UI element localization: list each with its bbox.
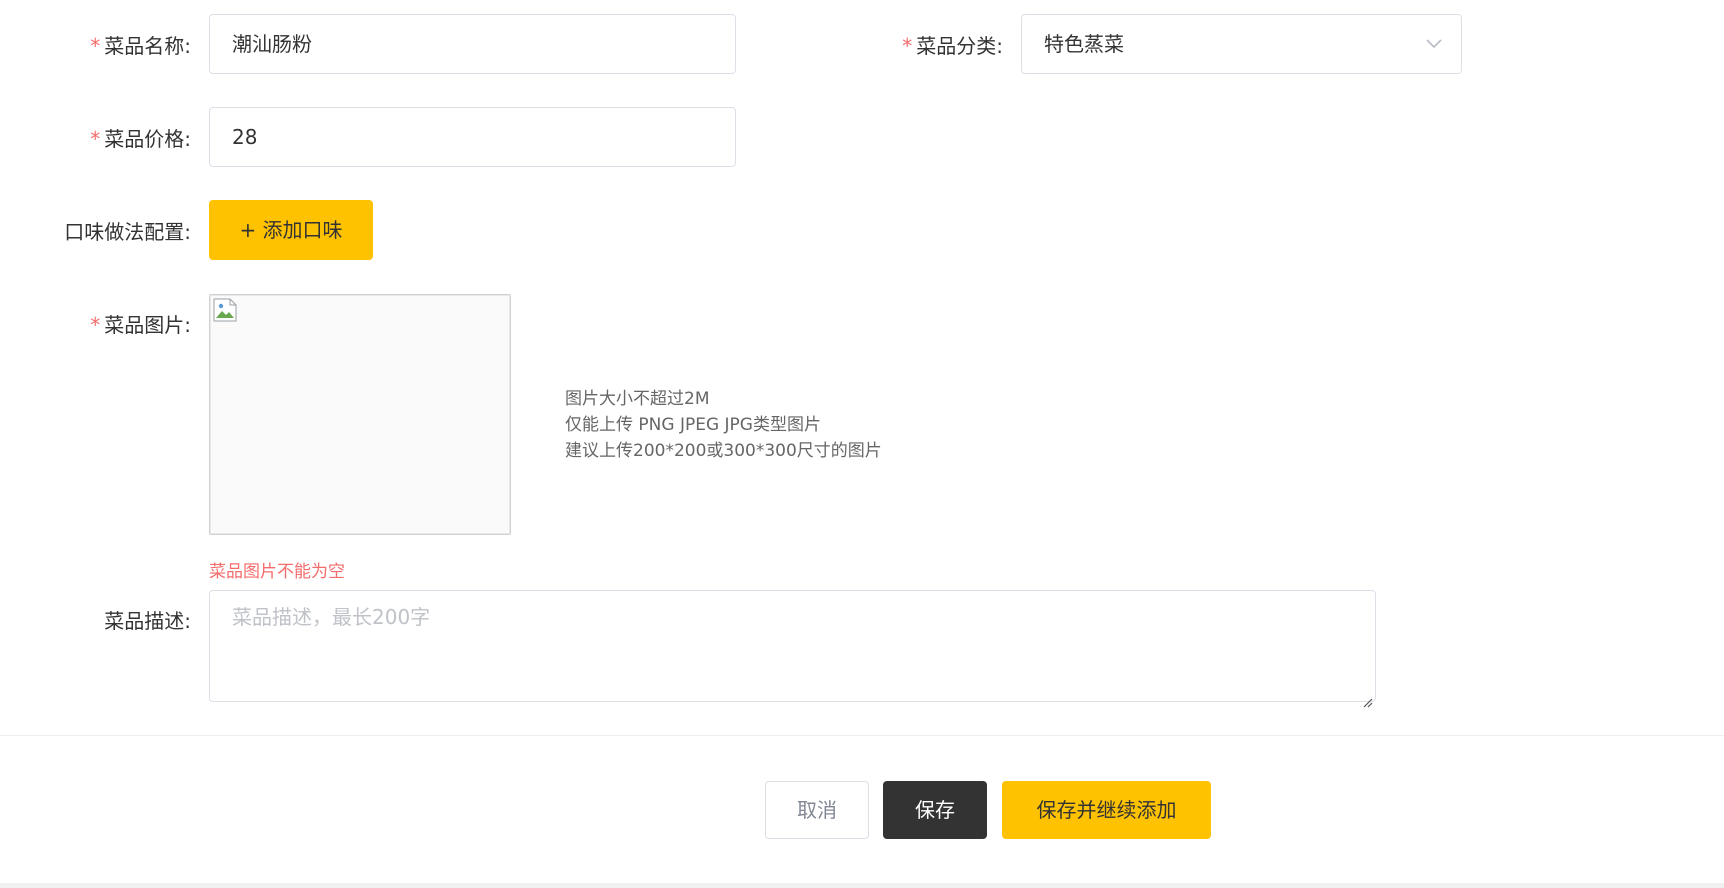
dish-name-label: * 菜品名称: bbox=[90, 32, 191, 60]
required-mark: * bbox=[90, 34, 101, 58]
upload-tips: 图片大小不超过2M 仅能上传 PNG JPEG JPG类型图片 建议上传200*… bbox=[565, 386, 882, 464]
save-and-continue-button[interactable]: 保存并继续添加 bbox=[1002, 781, 1211, 839]
upload-tip-size: 图片大小不超过2M bbox=[565, 389, 710, 409]
upload-tip-format: 仅能上传 PNG JPEG JPG类型图片 bbox=[565, 415, 821, 435]
footer-divider bbox=[0, 735, 1724, 736]
dish-image-label-text: 菜品图片: bbox=[104, 313, 191, 337]
dish-category-select[interactable]: 特色蒸菜 bbox=[1021, 14, 1462, 74]
dish-category-selected-value: 特色蒸菜 bbox=[1044, 32, 1124, 56]
dish-description-placeholder: 菜品描述，最长200字 bbox=[232, 605, 431, 629]
image-upload-box[interactable] bbox=[209, 294, 511, 535]
dish-price-label: * 菜品价格: bbox=[90, 125, 191, 153]
dish-category-label-text: 菜品分类: bbox=[916, 34, 1003, 58]
dish-image-error: 菜品图片不能为空 bbox=[209, 562, 345, 582]
cancel-button[interactable]: 取消 bbox=[765, 781, 869, 839]
dish-image-label: * 菜品图片: bbox=[90, 311, 191, 339]
upload-tip-dimension: 建议上传200*200或300*300尺寸的图片 bbox=[565, 441, 882, 461]
chevron-down-icon bbox=[1425, 15, 1443, 73]
dish-price-input[interactable]: 28 bbox=[209, 107, 736, 167]
dish-price-label-text: 菜品价格: bbox=[104, 127, 191, 151]
resize-handle-icon[interactable] bbox=[1361, 687, 1373, 708]
save-button[interactable]: 保存 bbox=[883, 781, 987, 839]
add-flavor-button[interactable]: + 添加口味 bbox=[209, 200, 373, 260]
dish-name-input[interactable]: 潮汕肠粉 bbox=[209, 14, 736, 74]
bottom-strip bbox=[0, 883, 1724, 888]
required-mark: * bbox=[90, 127, 101, 151]
dish-edit-form: * 菜品名称: 潮汕肠粉 * 菜品分类: 特色蒸菜 * 菜品价格: 28 口味做法配置… bbox=[0, 0, 1724, 888]
broken-image-icon bbox=[213, 298, 239, 326]
required-mark: * bbox=[90, 313, 101, 337]
flavor-config-label: 口味做法配置: bbox=[64, 220, 191, 244]
dish-name-label-text: 菜品名称: bbox=[104, 34, 191, 58]
dish-description-label: 菜品描述: bbox=[104, 609, 191, 633]
dish-description-textarea[interactable]: 菜品描述，最长200字 bbox=[209, 590, 1376, 708]
dish-category-label: * 菜品分类: bbox=[902, 32, 1003, 60]
required-mark: * bbox=[902, 34, 913, 58]
